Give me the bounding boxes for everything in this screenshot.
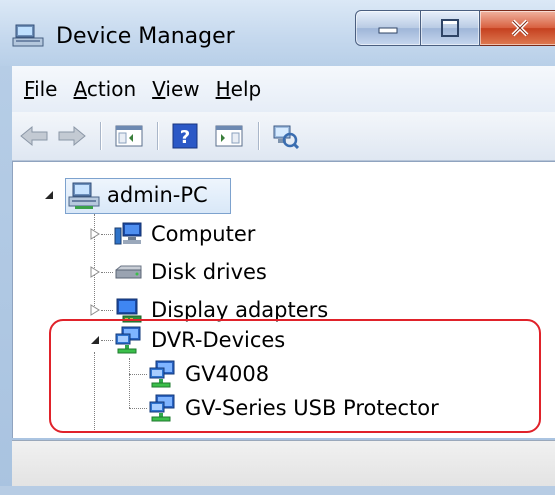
show-hide-action-pane-button[interactable]	[212, 120, 246, 152]
tree-guide-line	[101, 310, 113, 311]
menu-file-label: ile	[34, 77, 58, 101]
window-bottom-border	[0, 486, 555, 495]
highlight-annotation	[49, 319, 541, 433]
menu-action-label: ction	[86, 77, 137, 101]
svg-text:?: ?	[180, 127, 190, 148]
device-tree: admin-PC Computer Disk drives Display ad…	[12, 161, 555, 438]
expand-arrow-icon[interactable]	[89, 228, 101, 240]
toolbar-separator	[258, 122, 259, 150]
root-label: admin-PC	[107, 183, 208, 207]
close-button[interactable]	[480, 10, 555, 46]
device-manager-window: Device Manager File Action View Help ? a…	[0, 0, 555, 495]
minimize-button[interactable]	[355, 10, 421, 46]
tree-node-root[interactable]: admin-PC	[67, 178, 208, 212]
menu-bar: File Action View Help	[12, 66, 555, 112]
disk-drives-label: Disk drives	[151, 260, 267, 284]
menu-help-accel: H	[215, 77, 231, 101]
menu-help[interactable]: Help	[216, 77, 262, 101]
maximize-button[interactable]	[421, 10, 480, 46]
tree-guide-line	[101, 234, 113, 235]
back-button[interactable]	[18, 120, 50, 152]
minimize-icon	[378, 27, 398, 34]
title-bar[interactable]: Device Manager	[0, 0, 555, 66]
expand-arrow-icon[interactable]	[89, 304, 101, 316]
forward-button[interactable]	[56, 120, 88, 152]
computer-icon	[114, 222, 142, 245]
tree-guide-line	[101, 272, 113, 273]
menu-view-accel: V	[152, 77, 166, 101]
menu-action-accel: A	[73, 77, 87, 101]
expand-arrow-icon[interactable]	[89, 266, 101, 278]
help-button[interactable]: ?	[168, 120, 202, 152]
toolbar: ?	[12, 112, 555, 161]
menu-file[interactable]: File	[24, 77, 57, 101]
toolbar-separator	[157, 122, 158, 150]
forward-arrow-icon	[58, 125, 86, 147]
back-arrow-icon	[20, 125, 48, 147]
tree-node-computer[interactable]: Computer	[113, 217, 255, 251]
disk-drive-icon	[115, 265, 142, 279]
close-icon	[511, 19, 529, 37]
help-icon: ?	[172, 123, 198, 149]
scan-hardware-changes-button[interactable]	[268, 120, 302, 152]
scan-hardware-icon	[273, 125, 299, 149]
collapse-arrow-icon[interactable]	[43, 189, 55, 201]
status-bar	[12, 440, 555, 486]
console-tree-icon	[115, 125, 143, 147]
window-title: Device Manager	[56, 24, 235, 49]
caption-buttons	[355, 10, 555, 46]
computer-network-icon	[68, 182, 100, 209]
computer-label: Computer	[151, 222, 256, 246]
toolbar-separator	[100, 122, 101, 150]
show-hide-console-tree-button[interactable]	[112, 120, 146, 152]
menu-view-label: iew	[165, 77, 200, 101]
action-pane-icon	[215, 125, 243, 147]
menu-action[interactable]: Action	[73, 77, 136, 101]
menu-help-label: elp	[230, 77, 262, 101]
device-manager-icon	[12, 24, 44, 47]
menu-file-accel: F	[24, 77, 35, 101]
tree-node-disk-drives[interactable]: Disk drives	[113, 255, 267, 289]
menu-view[interactable]: View	[152, 77, 199, 101]
maximize-icon	[441, 19, 459, 37]
